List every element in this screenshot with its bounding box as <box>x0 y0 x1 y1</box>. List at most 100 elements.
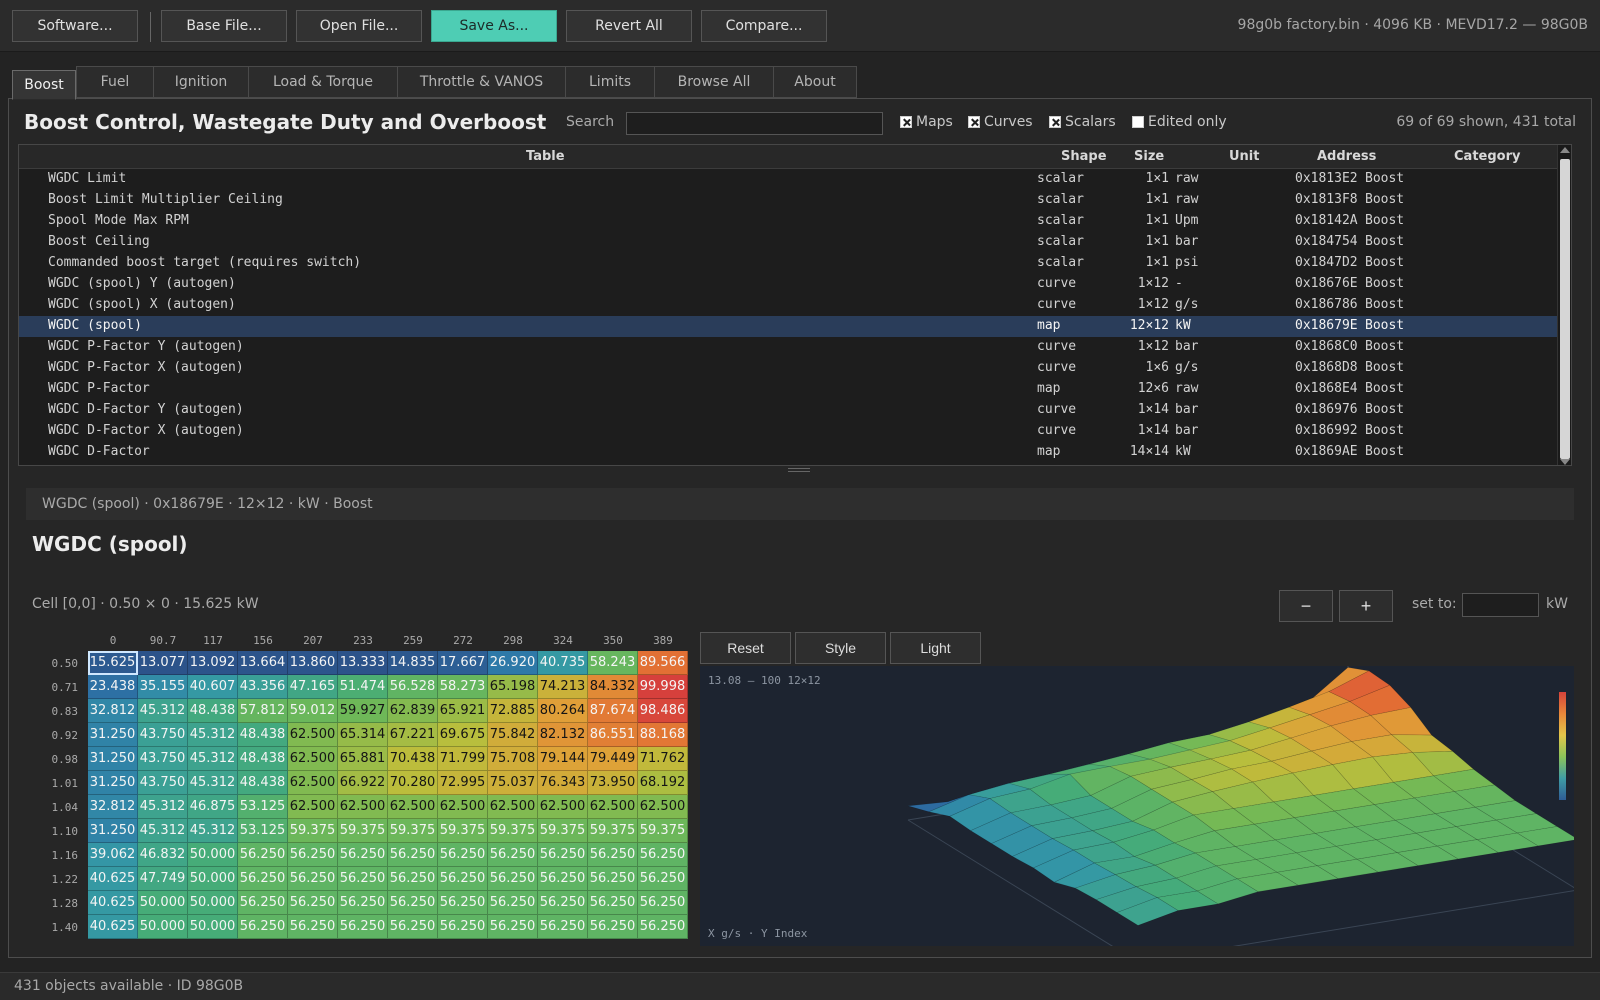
header-category[interactable]: Category <box>1454 149 1520 164</box>
map-cell[interactable]: 65.314 <box>338 723 388 747</box>
tab-browse-all[interactable]: Browse All <box>654 66 774 98</box>
decrement-button[interactable]: − <box>1279 590 1333 622</box>
map-cell[interactable]: 80.264 <box>538 699 588 723</box>
revert-all-button[interactable]: Revert All <box>566 10 692 42</box>
table-row[interactable]: Boost Limit Multiplier Ceiling scalar 1×1 r… <box>19 190 1567 211</box>
tab-throttle-vanos[interactable]: Throttle & VANOS <box>397 66 566 98</box>
map-cell[interactable]: 67.221 <box>388 723 438 747</box>
map-cell[interactable]: 56.250 <box>538 867 588 891</box>
map-cell[interactable]: 56.250 <box>638 891 688 915</box>
splitter-handle[interactable] <box>788 468 810 472</box>
map-cell[interactable]: 59.375 <box>288 819 338 843</box>
header-size[interactable]: Size <box>1134 149 1164 164</box>
map-cell[interactable]: 40.607 <box>188 675 238 699</box>
table-row[interactable]: WGDC D-Factor Y (autogen) curve 1×14 bar 0x1… <box>19 400 1567 421</box>
surface-3d-view[interactable]: 13.08 — 100 12×12 X g/s · Y Index <box>700 649 1579 963</box>
set-to-input[interactable] <box>1462 593 1539 617</box>
map-cell[interactable]: 86.551 <box>588 723 638 747</box>
map-cell[interactable]: 40.735 <box>538 651 588 675</box>
map-cell[interactable]: 56.250 <box>538 843 588 867</box>
table-row[interactable]: WGDC D-Factor X (autogen) curve 1×14 bar 0x1… <box>19 421 1567 442</box>
map-cell[interactable]: 89.566 <box>638 651 688 675</box>
map-cell[interactable]: 43.750 <box>138 723 188 747</box>
map-cell[interactable]: 56.250 <box>238 867 288 891</box>
open-file-button[interactable]: Open File... <box>296 10 422 42</box>
map-cell[interactable]: 40.625 <box>88 915 138 939</box>
map-cell[interactable]: 62.500 <box>488 795 538 819</box>
map-cell[interactable]: 50.000 <box>188 891 238 915</box>
map-cell[interactable]: 68.192 <box>638 771 688 795</box>
map-cell[interactable]: 56.250 <box>488 915 538 939</box>
table-row[interactable]: WGDC Limit scalar 1×1 raw 0x1813E2 Boost <box>19 169 1567 190</box>
map-cell[interactable]: 56.250 <box>238 891 288 915</box>
map-cell[interactable]: 71.799 <box>438 747 488 771</box>
map-cell[interactable]: 65.921 <box>438 699 488 723</box>
map-cell[interactable]: 70.438 <box>388 747 438 771</box>
table-row[interactable]: WGDC P-Factor Y (autogen) curve 1×12 bar 0x1… <box>19 337 1567 358</box>
map-cell[interactable]: 53.125 <box>238 819 288 843</box>
map-cell[interactable]: 69.675 <box>438 723 488 747</box>
map-cell[interactable]: 56.250 <box>288 915 338 939</box>
map-cell[interactable]: 70.280 <box>388 771 438 795</box>
map-cell[interactable]: 58.273 <box>438 675 488 699</box>
filter-maps[interactable]: Maps <box>900 114 953 130</box>
map-cell[interactable]: 48.438 <box>238 747 288 771</box>
map-cell[interactable]: 56.250 <box>488 867 538 891</box>
map-cell[interactable]: 45.312 <box>138 795 188 819</box>
map-cell[interactable]: 56.250 <box>588 843 638 867</box>
map-cell[interactable]: 50.000 <box>188 915 238 939</box>
base-file-button[interactable]: Base File... <box>161 10 287 42</box>
map-cell[interactable]: 56.250 <box>588 915 638 939</box>
map-cell[interactable]: 62.500 <box>288 723 338 747</box>
map-cell[interactable]: 65.198 <box>488 675 538 699</box>
map-cell[interactable]: 56.250 <box>488 891 538 915</box>
map-cell[interactable]: 15.625 <box>88 651 138 675</box>
curves-checkbox[interactable] <box>968 116 980 128</box>
map-cell[interactable]: 56.250 <box>588 891 638 915</box>
scalars-checkbox[interactable] <box>1049 116 1061 128</box>
map-cell[interactable]: 59.927 <box>338 699 388 723</box>
table-row[interactable]: Commanded boost target (requires switch)… <box>19 253 1567 274</box>
filter-curves[interactable]: Curves <box>968 114 1033 130</box>
tab-about[interactable]: About <box>773 66 857 98</box>
map-cell[interactable]: 31.250 <box>88 819 138 843</box>
tab-fuel[interactable]: Fuel <box>76 66 154 98</box>
map-cell[interactable]: 56.250 <box>438 891 488 915</box>
map-cell[interactable]: 32.812 <box>88 795 138 819</box>
map-cell[interactable]: 84.332 <box>588 675 638 699</box>
scrollbar-thumb[interactable] <box>1560 159 1570 459</box>
map-cell[interactable]: 17.667 <box>438 651 488 675</box>
map-cell[interactable]: 79.144 <box>538 747 588 771</box>
map-cell[interactable]: 72.885 <box>488 699 538 723</box>
map-cell[interactable]: 75.842 <box>488 723 538 747</box>
map-cell[interactable]: 66.922 <box>338 771 388 795</box>
map-cell[interactable]: 39.062 <box>88 843 138 867</box>
map-cell[interactable]: 62.500 <box>288 747 338 771</box>
map-cell[interactable]: 50.000 <box>188 867 238 891</box>
map-cell[interactable]: 65.881 <box>338 747 388 771</box>
map-cell[interactable]: 13.092 <box>188 651 238 675</box>
map-cell[interactable]: 47.749 <box>138 867 188 891</box>
tab-limits[interactable]: Limits <box>565 66 655 98</box>
map-cell[interactable]: 45.312 <box>188 819 238 843</box>
table-row[interactable]: WGDC D-Factor map 14×14 kW 0x1869AE Boost <box>19 442 1567 463</box>
edited-only-checkbox[interactable] <box>1132 116 1144 128</box>
header-shape[interactable]: Shape <box>1061 149 1107 164</box>
style-button[interactable]: Style <box>795 632 886 664</box>
header-table[interactable]: Table <box>526 149 565 164</box>
map-cell[interactable]: 62.500 <box>388 795 438 819</box>
map-cell[interactable]: 48.438 <box>238 723 288 747</box>
map-cell[interactable]: 56.250 <box>238 915 288 939</box>
map-cell[interactable]: 58.243 <box>588 651 638 675</box>
map-cell[interactable]: 62.500 <box>288 771 338 795</box>
map-cell[interactable]: 50.000 <box>188 843 238 867</box>
map-cell[interactable]: 56.250 <box>338 867 388 891</box>
scroll-down-icon[interactable] <box>1560 459 1570 465</box>
map-cell[interactable]: 62.500 <box>638 795 688 819</box>
map-cell[interactable]: 45.312 <box>138 819 188 843</box>
map-cell[interactable]: 43.356 <box>238 675 288 699</box>
map-cell[interactable]: 56.250 <box>638 867 688 891</box>
tab-ignition[interactable]: Ignition <box>153 66 249 98</box>
table-row[interactable]: Boost Ceiling scalar 1×1 bar 0x184754 Boost <box>19 232 1567 253</box>
map-cell[interactable]: 56.250 <box>638 915 688 939</box>
